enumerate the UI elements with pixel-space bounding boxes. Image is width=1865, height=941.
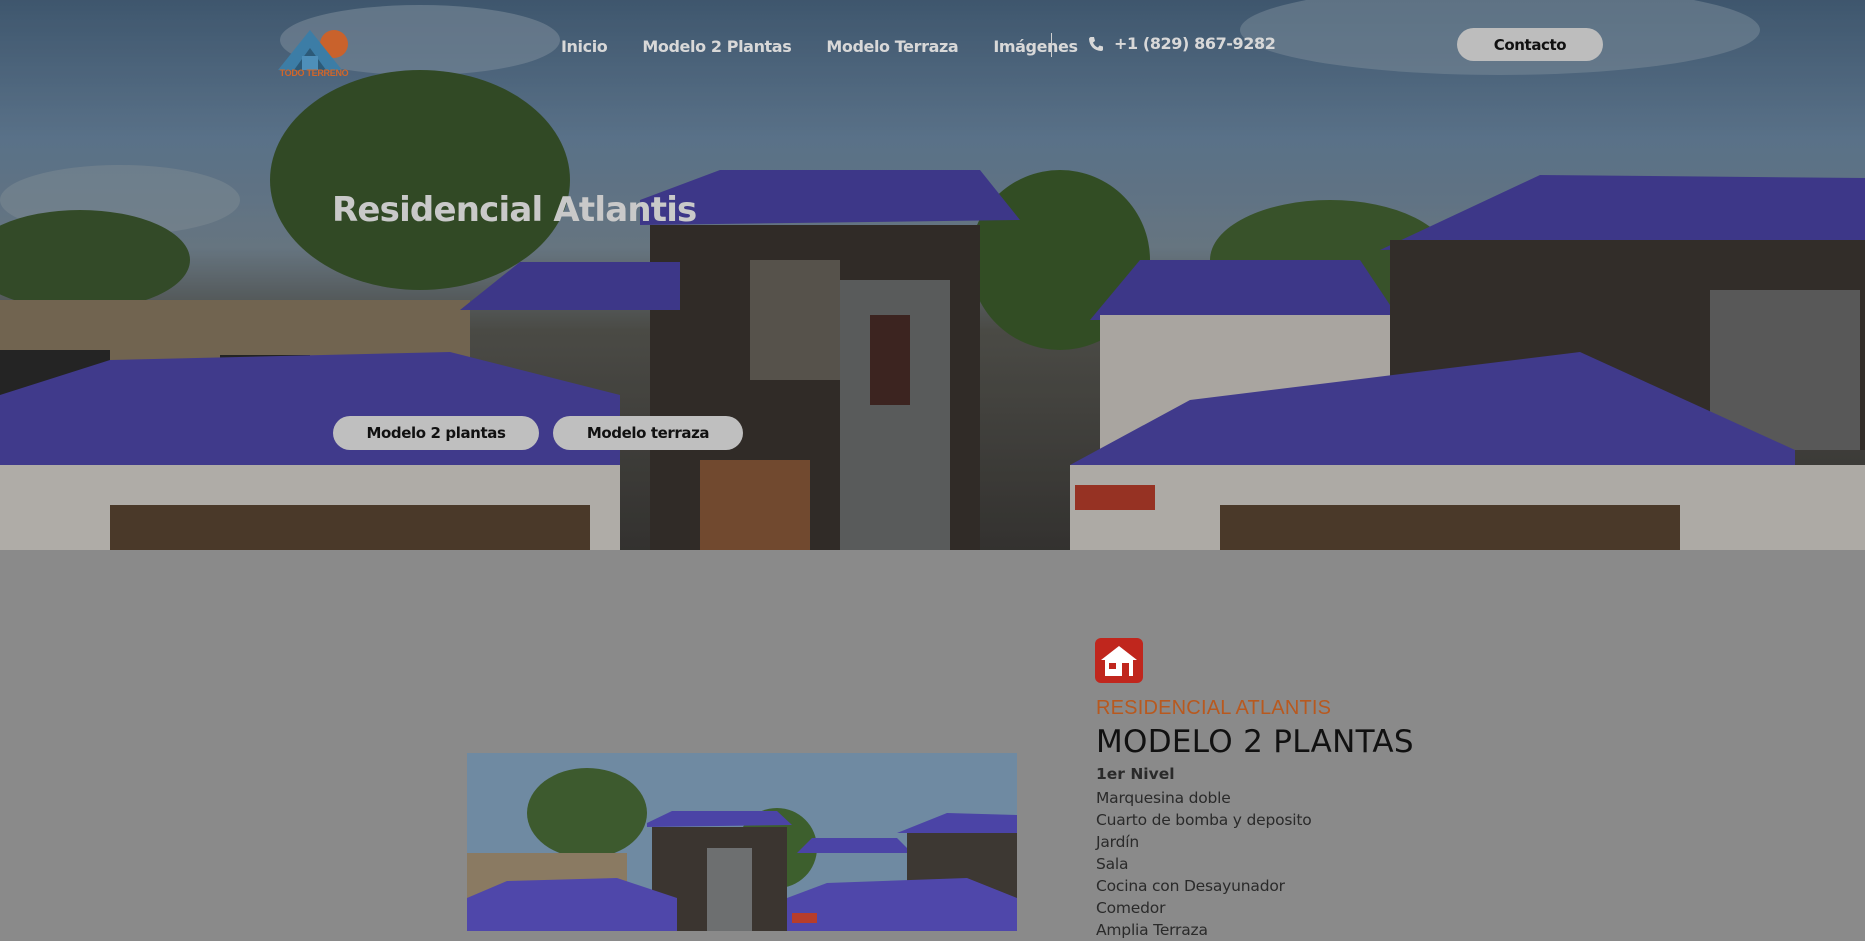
modelo-2-plantas-button[interactable]: Modelo 2 plantas [333, 416, 539, 450]
model-preview-image[interactable] [467, 753, 1017, 931]
list-item: Cocina con Desayunador [1096, 877, 1285, 895]
section-title: MODELO 2 PLANTAS [1096, 724, 1414, 760]
hero-title: Residencial Atlantis [332, 190, 697, 230]
nav-item-imagenes[interactable]: Imágenes [993, 37, 1078, 56]
nav-item-modelo-terraza[interactable]: Modelo Terraza [826, 37, 958, 56]
level-heading: 1er Nivel [1096, 765, 1175, 783]
logo-mark-icon [278, 30, 348, 70]
list-item: Cuarto de bomba y deposito [1096, 811, 1312, 829]
list-item: Marquesina doble [1096, 789, 1231, 807]
section-eyebrow: RESIDENCIAL ATLANTIS [1096, 697, 1332, 719]
contact-button[interactable]: Contacto [1457, 28, 1603, 61]
features-list: Marquesina doble Cuarto de bomba y depos… [1096, 787, 1312, 941]
main-nav: Inicio Modelo 2 Plantas Modelo Terraza I… [561, 34, 1113, 58]
list-item: Amplia Terraza [1096, 921, 1208, 939]
list-item: Sala [1096, 855, 1129, 873]
logo-text: TODO TERRENO [279, 68, 349, 78]
nav-item-inicio[interactable]: Inicio [561, 37, 608, 56]
nav-item-modelo-2-plantas[interactable]: Modelo 2 Plantas [642, 37, 791, 56]
list-item: Comedor [1096, 899, 1166, 917]
house-icon [1095, 638, 1143, 683]
nav-divider [1051, 33, 1052, 57]
phone-icon [1089, 36, 1103, 51]
model-render-image [467, 753, 1017, 931]
phone-number: +1 (829) 867-9282 [1114, 34, 1276, 53]
phone-link[interactable]: +1 (829) 867-9282 [1088, 34, 1276, 53]
logo[interactable]: TODO TERRENO [276, 26, 352, 84]
list-item: Jardín [1096, 833, 1139, 851]
modelo-terraza-button[interactable]: Modelo terraza [553, 416, 743, 450]
